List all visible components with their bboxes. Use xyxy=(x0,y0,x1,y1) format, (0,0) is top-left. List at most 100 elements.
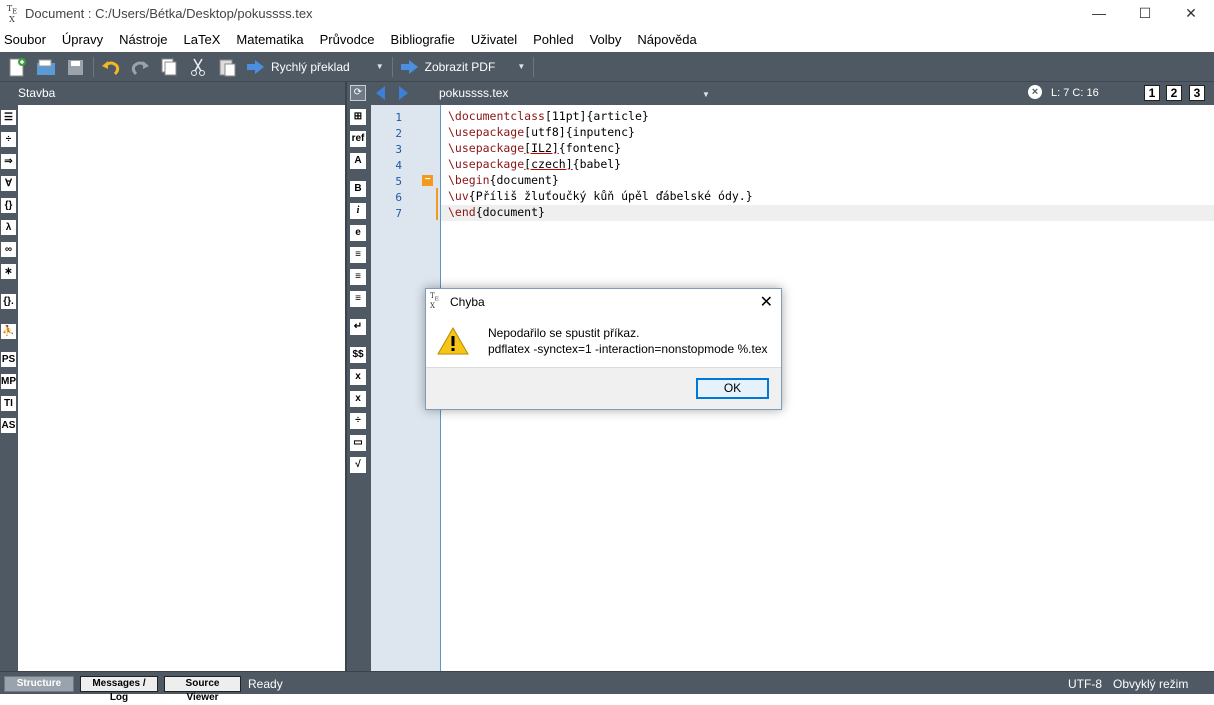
infinity-icon[interactable]: ∞ xyxy=(1,242,16,257)
italic-icon[interactable]: i xyxy=(350,203,366,219)
metapost-icon[interactable]: MP xyxy=(1,374,16,389)
error-dialog: TE X Chyba ✕ Nepodařilo se spustit příkaz… xyxy=(425,288,782,410)
toolbar-separator xyxy=(391,56,393,77)
status-bar: Structure Messages / Log Source Viewer R… xyxy=(0,671,1214,703)
person-icon[interactable]: ⛹ xyxy=(1,324,16,339)
maximize-button[interactable]: ☐ xyxy=(1122,0,1168,26)
minimize-button[interactable]: — xyxy=(1076,0,1122,26)
align-right-icon[interactable]: ≡ xyxy=(350,291,366,307)
line-number: 4 xyxy=(395,159,402,172)
line-number: 1 xyxy=(395,111,402,124)
view-pdf-combo[interactable]: Zobrazit PDF ▼ xyxy=(425,60,526,74)
panel-divider xyxy=(345,82,347,106)
view-pdf-arrow-icon[interactable] xyxy=(399,56,421,78)
menu-soubor[interactable]: Soubor xyxy=(4,32,54,47)
cut-icon[interactable] xyxy=(187,56,209,78)
font-size-icon[interactable]: A xyxy=(350,153,366,169)
braces-icon[interactable]: {}. xyxy=(1,294,16,309)
toolbar-separator xyxy=(93,56,94,77)
pstricks-icon[interactable]: PS xyxy=(1,352,16,367)
bold-icon[interactable]: B xyxy=(350,181,366,197)
asterisk-icon[interactable]: ∗ xyxy=(1,264,16,279)
emphasis-icon[interactable]: e xyxy=(350,225,366,241)
chevron-down-icon[interactable]: ▼ xyxy=(702,90,710,99)
quick-build-combo[interactable]: Rychlý překlad ▼ xyxy=(271,60,384,74)
forall-icon[interactable]: ∀ xyxy=(1,176,16,191)
menu-nastroje[interactable]: Nástroje xyxy=(119,32,175,47)
insert-icon[interactable]: ⊞ xyxy=(350,109,366,125)
view-3-button[interactable]: 3 xyxy=(1189,85,1205,101)
format-icon-strip: ⊞ ref A B i e ≡ ≡ ≡ ↵ $$ x x ÷ ▭ √ xyxy=(347,105,371,671)
asymptote-icon[interactable]: AS xyxy=(1,418,16,433)
cursor-position: L: 7 C: 16 xyxy=(1051,87,1099,99)
current-line-highlight xyxy=(441,205,1214,221)
menu-matematika[interactable]: Matematika xyxy=(236,32,311,47)
superscript-icon[interactable]: x xyxy=(350,391,366,407)
ref-icon[interactable]: ref xyxy=(350,131,366,147)
menu-pruvodce[interactable]: Průvodce xyxy=(320,32,383,47)
new-file-icon[interactable] xyxy=(6,56,28,78)
delimiters-icon[interactable]: {} xyxy=(1,198,16,213)
code-line[interactable]: \usepackage[utf8]{inputenc} xyxy=(448,125,635,139)
dialog-close-button[interactable]: ✕ xyxy=(760,292,773,312)
menu-uzivatel[interactable]: Uživatel xyxy=(471,32,525,47)
code-line[interactable]: \end{document} xyxy=(448,205,545,219)
dfrac-icon[interactable]: ▭ xyxy=(350,435,366,451)
view-1-button[interactable]: 1 xyxy=(1144,85,1160,101)
align-left-icon[interactable]: ≡ xyxy=(350,247,366,263)
view-2-button[interactable]: 2 xyxy=(1166,85,1182,101)
open-file-icon[interactable] xyxy=(35,56,57,78)
window-title: Document : C:/Users/Bétka/Desktop/pokuss… xyxy=(25,5,313,21)
previous-document-icon[interactable] xyxy=(376,86,385,100)
align-center-icon[interactable]: ≡ xyxy=(350,269,366,285)
warning-icon xyxy=(437,327,469,355)
close-button[interactable]: ✕ xyxy=(1168,0,1214,26)
source-viewer-tab[interactable]: Source Viewer xyxy=(164,676,241,703)
edit-mode-indicator[interactable]: Obvyklý režim xyxy=(1113,677,1188,691)
paste-icon[interactable] xyxy=(216,56,238,78)
status-text: Ready xyxy=(248,677,283,691)
structure-panel[interactable] xyxy=(18,105,345,671)
menu-napoveda[interactable]: Nápověda xyxy=(637,32,704,47)
code-line[interactable]: \documentclass[11pt]{article} xyxy=(448,109,649,123)
menu-pohled[interactable]: Pohled xyxy=(533,32,581,47)
line-number: 7 xyxy=(395,207,402,220)
menu-latex[interactable]: LaTeX xyxy=(184,32,229,47)
structure-list-icon[interactable]: ☰ xyxy=(1,110,16,125)
next-document-icon[interactable] xyxy=(399,86,408,100)
tikz-icon[interactable]: TI xyxy=(1,396,16,411)
fold-collapse-icon[interactable]: − xyxy=(422,175,433,186)
ok-button[interactable]: OK xyxy=(696,378,769,399)
panel-header-bar: Stavba ⟳ pokussss.tex ▼ × L: 7 C: 16 1 2… xyxy=(0,81,1214,106)
menu-volby[interactable]: Volby xyxy=(590,32,630,47)
undo-icon[interactable] xyxy=(100,56,122,78)
quick-build-arrow-icon[interactable] xyxy=(245,56,267,78)
relations-icon[interactable]: ⇒ xyxy=(1,154,16,169)
copy-icon[interactable] xyxy=(158,56,180,78)
code-line[interactable]: \begin{document} xyxy=(448,173,559,187)
code-line[interactable]: \uv{Příliš žluťoučký kůň úpěl ďábelské ó… xyxy=(448,189,753,203)
dialog-command: pdflatex -synctex=1 -interaction=nonstop… xyxy=(488,342,768,356)
menu-bibliografie[interactable]: Bibliografie xyxy=(391,32,463,47)
sqrt-icon[interactable]: √ xyxy=(350,457,366,473)
greek-icon[interactable]: λ xyxy=(1,220,16,235)
menu-upravy[interactable]: Úpravy xyxy=(62,32,111,47)
newline-icon[interactable]: ↵ xyxy=(350,319,366,335)
code-line[interactable]: \usepackage[IL2]{fontenc} xyxy=(448,141,621,155)
messages-log-tab[interactable]: Messages / Log xyxy=(80,676,158,703)
redo-icon[interactable] xyxy=(129,56,151,78)
document-tab[interactable]: pokussss.tex xyxy=(439,86,508,100)
math-mode-icon[interactable]: $$ xyxy=(350,347,366,363)
chevron-down-icon: ▼ xyxy=(517,62,526,71)
save-icon[interactable] xyxy=(64,56,86,78)
refresh-icon[interactable]: ⟳ xyxy=(350,85,366,101)
close-document-icon[interactable]: × xyxy=(1028,85,1042,99)
fraction-icon[interactable]: ÷ xyxy=(350,413,366,429)
subscript-icon[interactable]: x xyxy=(350,369,366,385)
encoding-indicator[interactable]: UTF-8 xyxy=(1068,677,1102,691)
line-number: 2 xyxy=(395,127,402,140)
main-toolbar: Rychlý překlad ▼ Zobrazit PDF ▼ xyxy=(0,52,1214,81)
code-line[interactable]: \usepackage[czech]{babel} xyxy=(448,157,621,171)
structure-tab[interactable]: Structure xyxy=(4,676,74,692)
operators-icon[interactable]: ÷ xyxy=(1,132,16,147)
